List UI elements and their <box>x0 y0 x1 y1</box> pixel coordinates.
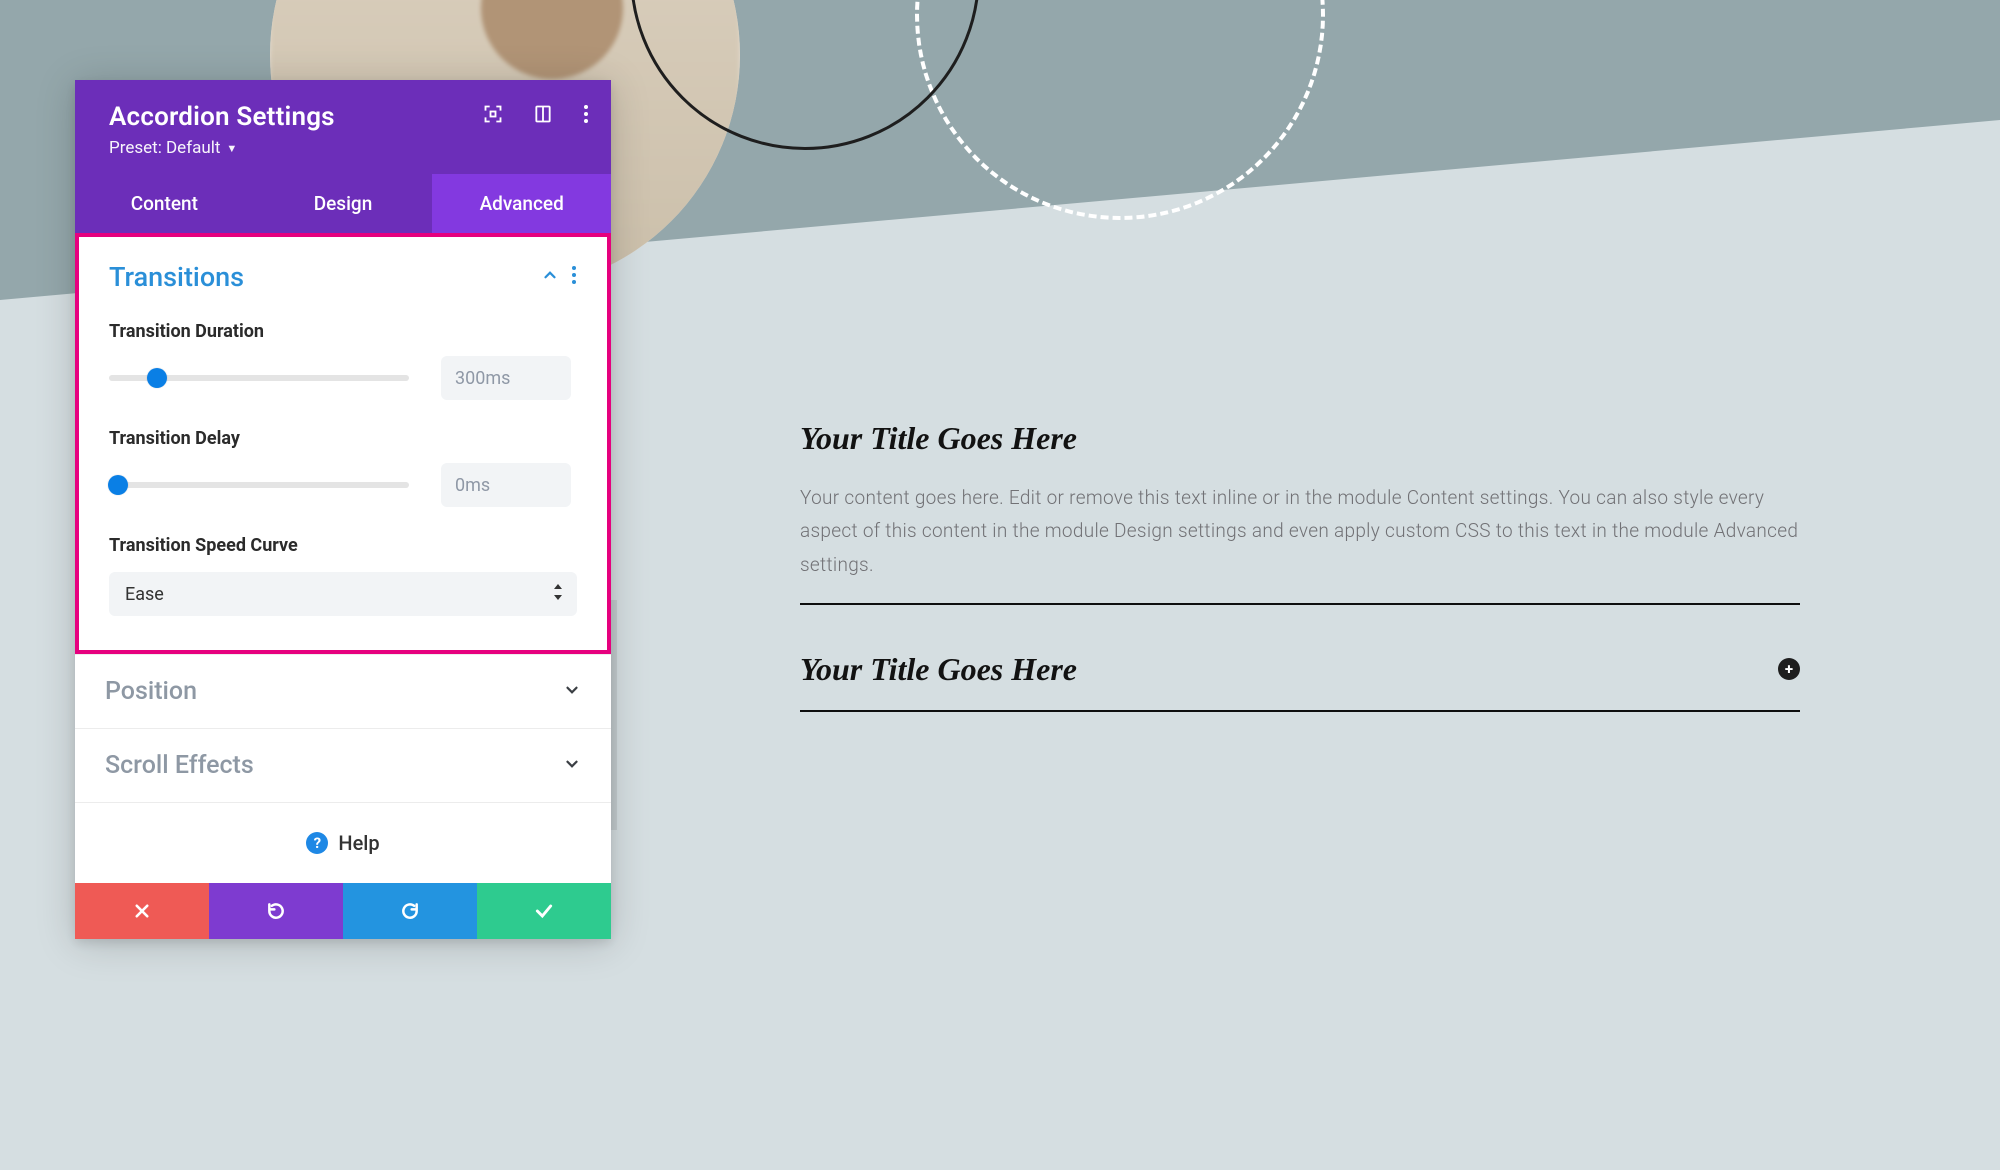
tab-design[interactable]: Design <box>254 174 433 233</box>
tab-content[interactable]: Content <box>75 174 254 233</box>
expand-icon[interactable]: + <box>1778 658 1800 680</box>
section-more-icon[interactable] <box>571 265 577 289</box>
section-position[interactable]: Position <box>75 654 611 728</box>
panel-footer <box>75 883 611 939</box>
redo-button[interactable] <box>343 883 477 939</box>
delay-value-input[interactable]: 0ms <box>441 463 571 507</box>
settings-panel: Accordion Settings Preset: Default ▼ Con… <box>75 80 611 939</box>
expand-panel-icon[interactable] <box>483 104 503 124</box>
curve-value: Ease <box>125 584 164 605</box>
undo-button[interactable] <box>209 883 343 939</box>
duration-value-input[interactable]: 300ms <box>441 356 571 400</box>
slider-thumb[interactable] <box>108 475 128 495</box>
responsive-view-icon[interactable] <box>533 104 553 124</box>
section-heading[interactable]: Transitions <box>109 261 244 293</box>
delay-slider[interactable] <box>109 482 409 488</box>
accordion-title[interactable]: Your Title Goes Here <box>800 420 1077 457</box>
cancel-button[interactable] <box>75 883 209 939</box>
chevron-down-icon <box>563 755 581 777</box>
field-label-curve: Transition Speed Curve <box>109 535 577 556</box>
help-row[interactable]: ? Help <box>75 802 611 883</box>
tab-advanced[interactable]: Advanced <box>432 174 611 233</box>
accordion-title[interactable]: Your Title Goes Here <box>800 651 1077 688</box>
panel-header: Accordion Settings Preset: Default ▼ <box>75 80 611 174</box>
curve-select[interactable]: Ease <box>109 572 577 616</box>
save-button[interactable] <box>477 883 611 939</box>
section-label: Position <box>105 677 197 706</box>
panel-tabs: Content Design Advanced <box>75 174 611 233</box>
field-label-duration: Transition Duration <box>109 321 577 342</box>
help-icon: ? <box>306 832 328 854</box>
section-label: Scroll Effects <box>105 751 254 780</box>
duration-slider[interactable] <box>109 375 409 381</box>
accordion-item[interactable]: Your Title Goes Here Your content goes h… <box>800 420 1800 605</box>
slider-thumb[interactable] <box>147 368 167 388</box>
chevron-down-icon: ▼ <box>226 142 237 155</box>
accordion-body[interactable]: Your content goes here. Edit or remove t… <box>800 481 1800 581</box>
accordion-preview: Your Title Goes Here Your content goes h… <box>800 420 1800 758</box>
help-label: Help <box>338 831 379 855</box>
select-caret-icon <box>553 584 563 604</box>
field-label-delay: Transition Delay <box>109 428 577 449</box>
section-transitions: Transitions Transition Duration 300ms Tr <box>75 233 611 654</box>
chevron-down-icon <box>563 681 581 703</box>
accordion-item[interactable]: Your Title Goes Here + <box>800 651 1800 712</box>
collapse-section-icon[interactable] <box>541 266 559 288</box>
preset-label: Preset: Default <box>109 138 220 158</box>
more-options-icon[interactable] <box>583 104 589 124</box>
section-scroll-effects[interactable]: Scroll Effects <box>75 728 611 802</box>
preset-selector[interactable]: Preset: Default ▼ <box>109 138 577 158</box>
